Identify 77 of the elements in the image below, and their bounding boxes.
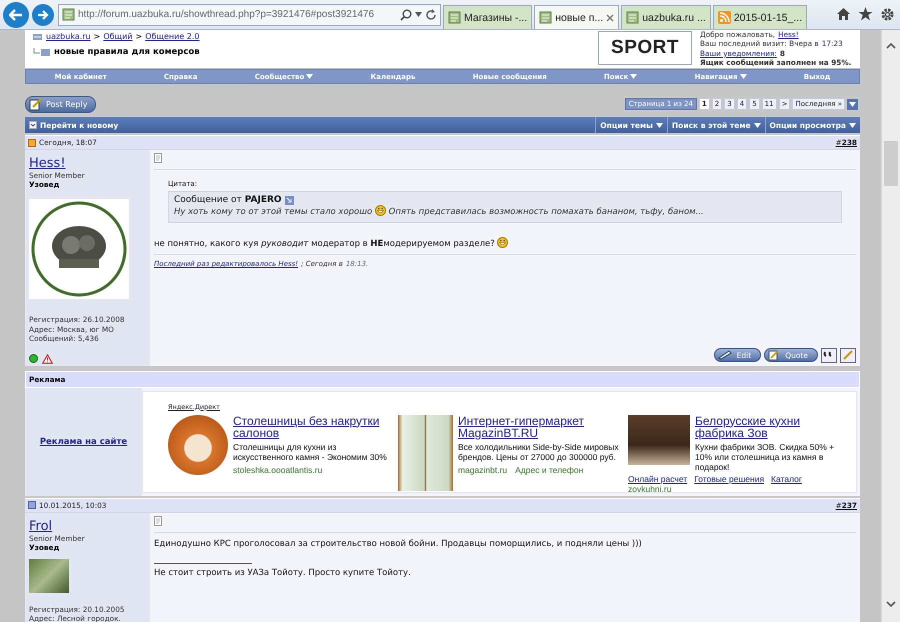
caret-icon bbox=[849, 122, 856, 128]
caret-icon bbox=[754, 122, 761, 128]
arrow-right-icon bbox=[37, 10, 49, 20]
report-icon[interactable] bbox=[42, 354, 53, 364]
caret-icon bbox=[630, 74, 638, 79]
post-icon bbox=[154, 516, 162, 526]
back-button[interactable] bbox=[3, 2, 29, 28]
photo-placeholder bbox=[29, 558, 69, 592]
caret-icon bbox=[740, 74, 747, 79]
page-icon bbox=[62, 8, 75, 21]
browser-tab[interactable]: Магазины -... bbox=[443, 5, 532, 29]
view-post-icon[interactable] bbox=[284, 196, 294, 204]
thread-title: новые правила для комерсов bbox=[54, 47, 200, 57]
close-icon[interactable] bbox=[606, 14, 614, 22]
ad-sitelink[interactable]: Онлайн расчет bbox=[628, 474, 688, 484]
caret-icon bbox=[306, 74, 314, 79]
browser-tab[interactable]: uazbuka.ru ... bbox=[621, 5, 711, 29]
thread-icon bbox=[33, 48, 51, 56]
sport-banner[interactable]: SPORT bbox=[598, 31, 692, 65]
caret-icon bbox=[656, 122, 663, 128]
message-text: не понятно, какого куя руководит модератор в НЕмодерируемом разделе? bbox=[154, 239, 495, 249]
photo-placeholder bbox=[628, 414, 690, 464]
smiley-icon bbox=[497, 237, 508, 248]
scroll-down-icon[interactable] bbox=[886, 601, 896, 608]
caret-icon bbox=[415, 12, 422, 17]
search-icon[interactable] bbox=[400, 8, 412, 20]
message-text: Единодушно КРС проголосовал за строительство новой бойни. Продавцы поморщились, и подняли цены ))) bbox=[154, 538, 642, 548]
dropdown-icon bbox=[29, 121, 37, 129]
ad-url[interactable]: zovkuhni.ru bbox=[628, 484, 672, 494]
note-icon bbox=[768, 350, 780, 360]
url-field[interactable]: http://forum.uazbuka.ru/showthread.php?p=3921476#post3921476 bbox=[78, 9, 397, 20]
refresh-icon[interactable] bbox=[425, 8, 437, 20]
quote-author: PAJERO bbox=[244, 195, 282, 205]
breadcrumb-link[interactable]: Общий bbox=[103, 32, 132, 41]
arrow-left-icon bbox=[9, 8, 23, 20]
ad-text: Кухни фабрики ЗОВ. Скидка 50% + 10% или столешница из камня в подарок! bbox=[695, 442, 836, 472]
breadcrumb-separator: > bbox=[136, 32, 142, 41]
pencil-icon bbox=[29, 98, 43, 110]
quote-text: Опять представилась возможность помахать бананом, тьфу, баном... bbox=[388, 207, 704, 217]
star-icon[interactable] bbox=[858, 7, 873, 21]
multiquote-icon[interactable] bbox=[821, 348, 837, 362]
username-link[interactable]: Hess! bbox=[29, 156, 66, 171]
feed-icon bbox=[718, 11, 731, 24]
quote-author-prefix: Сообщение от bbox=[174, 195, 242, 205]
ad-sitelink[interactable]: Готовые решения bbox=[694, 474, 764, 484]
post-reply-button[interactable]: Post Reply bbox=[25, 96, 96, 112]
ad-title-link[interactable]: Столешницы без накрутки салонов bbox=[233, 414, 390, 440]
ad-text: Столешницы для кухни из искусственного камня - Экономим 30% bbox=[233, 442, 388, 462]
username-link[interactable]: Frol bbox=[29, 518, 52, 534]
ad-title-link[interactable]: Белорусские кухни фабрика Зов bbox=[695, 414, 850, 440]
browser-tab[interactable]: новые п... bbox=[534, 5, 620, 29]
ad-url[interactable]: Адрес и телефон bbox=[515, 464, 584, 474]
pencil-icon bbox=[718, 350, 732, 360]
ad-title-link[interactable]: Интернет-гипермаркет MagazinBT.RU bbox=[458, 414, 620, 440]
quote-text: Ну хоть кому то от этой темы стало хорошо bbox=[174, 207, 372, 217]
scrollbar-thumb[interactable] bbox=[884, 141, 898, 186]
forward-button[interactable] bbox=[32, 4, 54, 26]
caret-icon bbox=[849, 102, 856, 106]
ad-text: Все холодильники Side-by-Side мировых брендов. Цены от 27000 до 300000 руб. bbox=[458, 442, 620, 462]
smiley-icon bbox=[374, 205, 386, 216]
advertise-link[interactable]: Реклама на сайте bbox=[40, 436, 128, 446]
post-icon bbox=[154, 153, 162, 163]
pager-menu-button[interactable] bbox=[847, 98, 858, 110]
breadcrumb-link[interactable]: uazbuka.ru bbox=[46, 32, 91, 41]
breadcrumb-separator: > bbox=[94, 32, 100, 41]
page-icon bbox=[539, 11, 552, 24]
page-icon bbox=[626, 11, 640, 24]
ad-url[interactable]: stoleshka.oooatlantis.ru bbox=[233, 464, 322, 474]
quick-reply-icon[interactable] bbox=[840, 348, 856, 362]
scroll-up-icon[interactable] bbox=[886, 42, 896, 49]
ad-url[interactable]: magazinbt.ru bbox=[458, 464, 508, 474]
ad-sitelink[interactable]: Каталог bbox=[771, 474, 802, 484]
settings-icon[interactable] bbox=[880, 7, 895, 22]
breadcrumb-link[interactable]: Общение 2.0 bbox=[145, 32, 200, 41]
signature-text: Не стоит строить из УАЗа Тойоту. Просто купите Тойоту. bbox=[154, 568, 412, 578]
page-icon bbox=[448, 11, 461, 24]
browser-tab[interactable]: 2015-01-15_... bbox=[712, 5, 808, 29]
